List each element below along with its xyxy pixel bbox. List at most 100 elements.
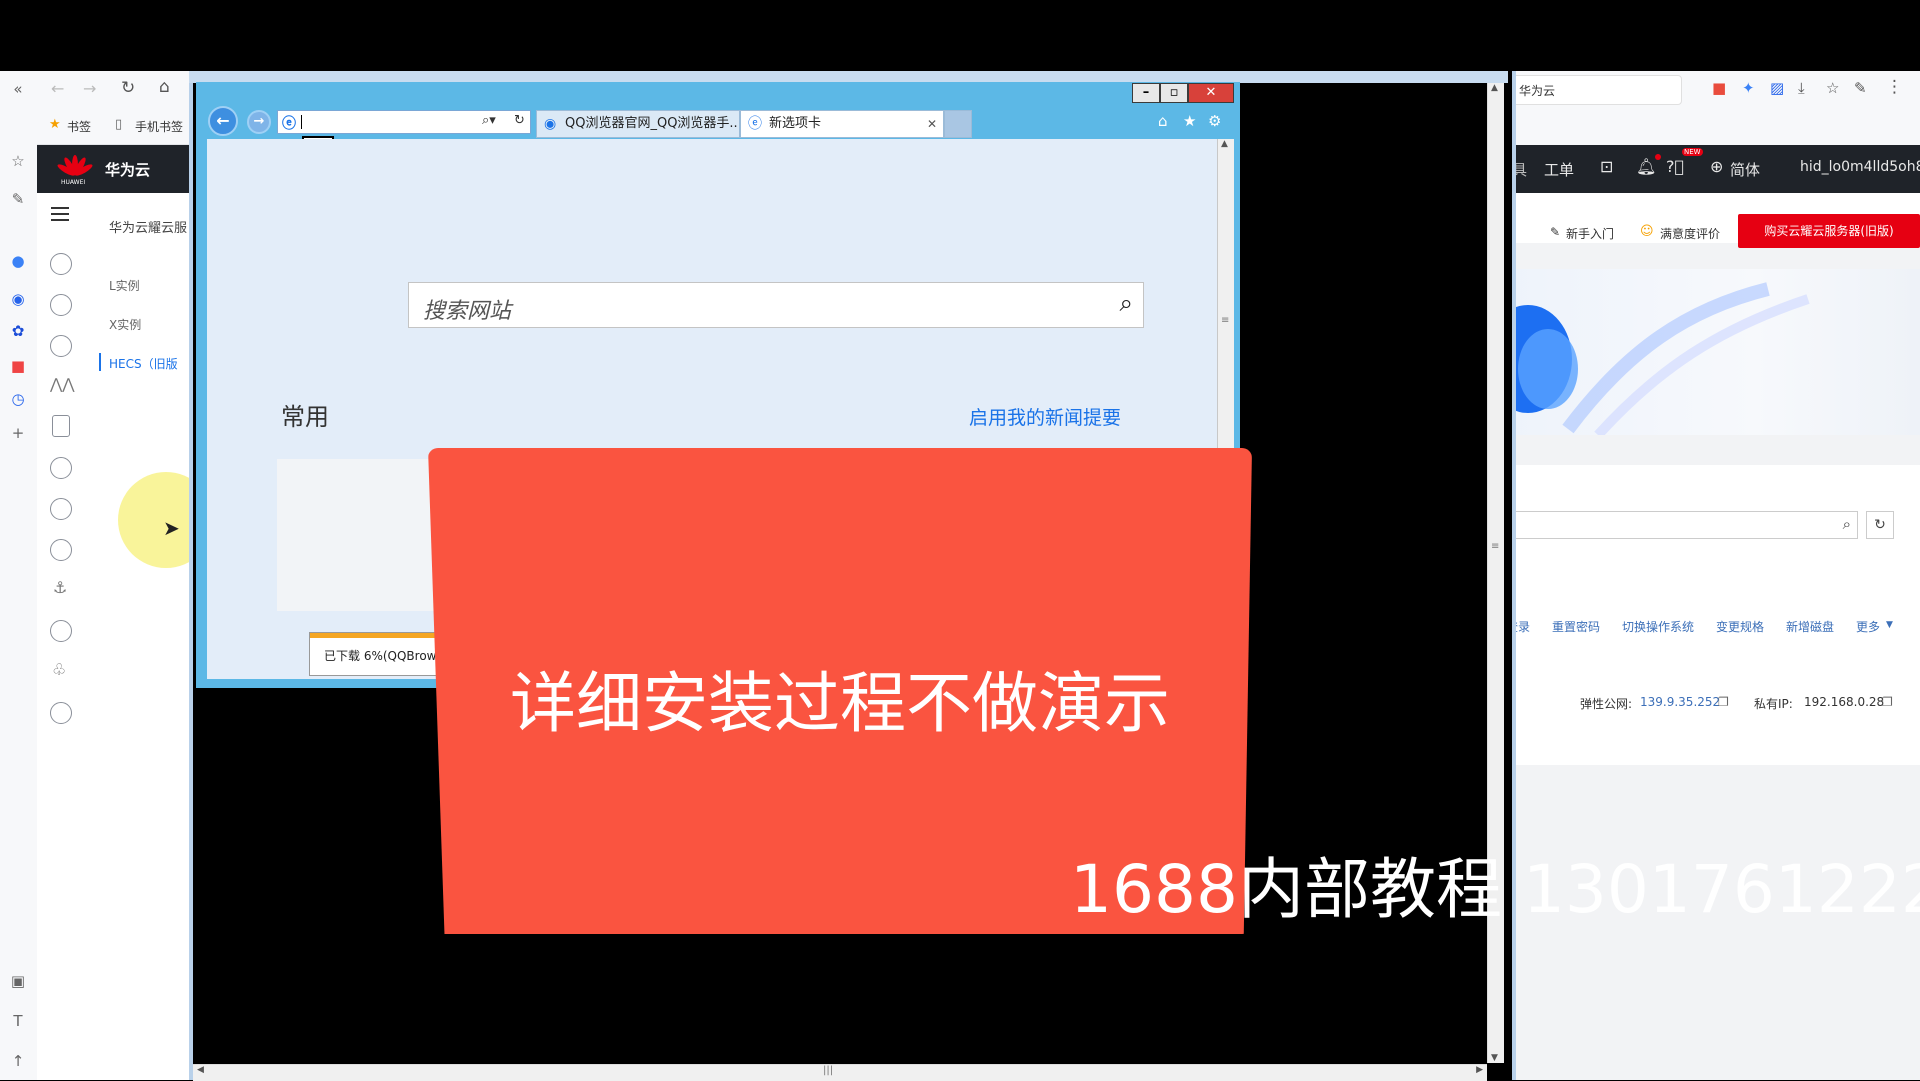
ie-scroll-up-icon[interactable]: ▲ [1221,139,1228,149]
notification-dot [1655,154,1661,160]
op-add-disk[interactable]: 新增磁盘 [1786,618,1834,635]
site-search-icon[interactable]: ⌕ [1120,289,1133,317]
clock-icon[interactable]: ◷ [8,389,28,409]
frequent-tile[interactable] [277,459,437,611]
bandwidth-icon[interactable]: ⋀⋀ [50,375,75,393]
upload-icon[interactable]: ↑ [8,1051,28,1071]
translate-icon[interactable]: ▨ [1770,79,1784,97]
scroll-down-icon[interactable]: ▼ [1491,1053,1498,1063]
ie-address-input[interactable]: ⓔ ⌕▾ ↻ [277,110,531,134]
app-icon-1[interactable]: ● [8,251,28,271]
vertical-toolbar: « ☆ ✎ ● ◉ ✿ ■ ◷ + ▣ T ↑ [0,71,38,1080]
op-change-spec[interactable]: 变更规格 [1716,618,1764,635]
ie-settings-icon[interactable]: ⚙ [1208,112,1221,130]
cloud-icon-6[interactable] [50,539,72,561]
language-globe-icon[interactable]: ⊕ [1710,157,1723,176]
mobile-bookmarks-link[interactable]: 手机书签 [135,118,183,135]
terminal-icon[interactable]: ⊡ [1600,157,1613,176]
menu-item-x-instance[interactable]: X实例 [109,316,141,333]
globe-icon[interactable] [50,702,72,724]
address-bar[interactable]: 华为云 [1510,75,1682,105]
tab-label: QQ浏览器官网_QQ浏览器手... [565,116,740,131]
ie-favorites-icon[interactable]: ★ [1183,112,1196,130]
more-chevron-icon[interactable]: ▼ [1886,620,1893,630]
hscroll-grip-icon[interactable]: ||| [823,1065,833,1076]
ip-icon[interactable] [50,620,72,642]
huawei-cloud-title[interactable]: 华为云 [105,159,150,180]
bookmarks-link[interactable]: 书签 [67,118,91,135]
search-icon[interactable]: ⌕ [1843,515,1851,533]
back-icon[interactable]: ← [51,79,64,98]
ie-scroll-grip-icon[interactable]: ≡ [1221,315,1229,326]
language-switch[interactable]: 简体 [1730,159,1760,180]
cloud-icon-4[interactable] [50,457,72,479]
forward-icon[interactable]: → [83,79,96,98]
bookmarks-bar: ★ 书签 ▯ 手机书签 [37,108,190,145]
huawei-logo[interactable]: HUAWEI [57,151,93,187]
bird-icon[interactable]: ✦ [1742,79,1755,97]
op-more[interactable]: 更多 [1856,618,1880,635]
image-icon[interactable]: ▣ [8,971,28,991]
baidu-icon[interactable]: ✿ [8,321,28,341]
ie-forward-button[interactable]: → [247,110,271,134]
ie-refresh-icon[interactable]: ↻ [514,113,525,128]
op-switch-os[interactable]: 切换操作系统 [1622,618,1694,635]
text-icon[interactable]: T [8,1011,28,1031]
refresh-list-icon[interactable]: ↻ [1866,511,1894,539]
news-feed-link[interactable]: 启用我的新闻提要 [969,403,1121,430]
scroll-right-icon[interactable]: ▶ [1476,1065,1483,1075]
scroll-grip-icon[interactable]: ≡ [1491,541,1499,552]
menu-item-hecs[interactable]: HECS（旧版 [109,355,178,372]
pen-icon[interactable]: ✎ [8,189,28,209]
site-search-input[interactable]: 搜索网站 ⌕ [408,282,1144,328]
home-icon[interactable]: ⌂ [159,77,170,97]
ie-logo-icon: ⓔ [282,116,296,132]
more-vertical-icon[interactable]: ⋮ [1886,77,1903,97]
search-field[interactable]: ⌕ [1508,511,1858,539]
menu-icon[interactable] [51,207,69,209]
ie-minimize-button[interactable]: – [1132,83,1160,103]
pdf-icon[interactable]: ■ [1712,79,1726,97]
cloud-icon-2[interactable] [50,294,72,316]
ie-new-tab-button[interactable] [944,110,972,138]
newbie-link[interactable]: 新手入门 [1566,225,1614,242]
satisfaction-link[interactable]: 满意度评价 [1660,225,1720,242]
scroll-left-icon[interactable]: ◀ [197,1065,204,1075]
op-reset-password[interactable]: 重置密码 [1552,618,1600,635]
tab-close-icon[interactable]: ✕ [927,111,937,137]
ie-close-button[interactable]: ✕ [1188,83,1234,103]
copy-eip-icon[interactable]: ❐ [1718,695,1729,709]
copy-private-ip-icon[interactable]: ❐ [1882,695,1893,709]
ie-tab-qq[interactable]: ◉ QQ浏览器官网_QQ浏览器手... [536,110,740,138]
qq-browser-icon[interactable]: ◉ [8,289,28,309]
cloud-icon-3[interactable] [50,335,72,357]
bell-icon[interactable]: 🔔︎ [1636,157,1656,176]
scroll-up-icon[interactable]: ▲ [1491,83,1498,93]
favorite-icon[interactable]: ☆ [1826,79,1839,97]
collapse-icon[interactable]: « [8,79,28,99]
sign-icon[interactable]: ✎ [1854,79,1867,97]
user-name[interactable]: hid_lo0m4lld5oh82 [1800,159,1920,175]
cloud-server-icon[interactable] [50,253,72,275]
document-icon[interactable] [52,415,70,437]
ticket-link[interactable]: 工单 [1544,159,1574,180]
ie-tab-new[interactable]: ⓔ 新选项卡 ✕ [740,110,944,138]
new-badge: NEW [1682,148,1703,156]
anchor-icon[interactable]: ⚓ [53,578,67,597]
ie-home-icon[interactable]: ⌂ [1158,112,1168,130]
download-icon[interactable]: ⤓ [1798,79,1805,97]
ie-maximize-button[interactable]: ▫ [1160,83,1188,103]
add-icon[interactable]: + [8,423,28,443]
star-icon[interactable]: ☆ [8,151,28,171]
ie-back-button[interactable]: ← [208,106,238,136]
ie-search-icon[interactable]: ⌕▾ [482,113,496,128]
buy-server-button[interactable]: 购买云耀云服务器(旧版) [1738,214,1920,248]
search-placeholder: 搜索网站 [423,299,512,324]
app-icon-red[interactable]: ■ [8,356,28,376]
menu-item-l-instance[interactable]: L实例 [109,277,140,294]
cluster-icon[interactable]: ♧ [52,660,66,679]
cloud-icon-5[interactable] [50,498,72,520]
help-icon[interactable]: ?⃝ [1666,157,1684,176]
refresh-icon[interactable]: ↻ [121,78,135,98]
rdp-horizontal-scrollbar[interactable]: ◀ ||| ▶ [193,1064,1487,1081]
